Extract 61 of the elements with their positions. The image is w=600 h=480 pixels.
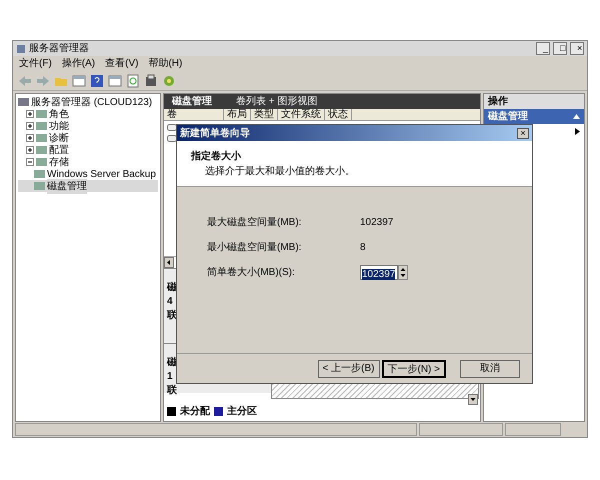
menu-item[interactable]: 操作(A) — [62, 56, 96, 71]
disk-label: 磁 — [167, 283, 177, 293]
server-icon — [16, 44, 26, 54]
actions-header: 操作 — [484, 94, 584, 109]
disk-label: 磁 — [167, 358, 177, 368]
back-button[interactable]: < 上一步(B) — [318, 360, 380, 378]
pane-icon[interactable] — [72, 74, 86, 88]
legend-label: 主分区 — [227, 404, 257, 419]
expand-icon[interactable] — [26, 122, 34, 130]
column-header[interactable]: 类型 — [251, 109, 278, 120]
dialog-title: 新建简单卷向导 — [180, 126, 250, 140]
minimize-button[interactable]: _ — [536, 42, 550, 55]
disk-label: 4 — [167, 297, 173, 307]
field-value: 102397 — [360, 216, 394, 230]
scroll-down-icon[interactable] — [468, 394, 478, 405]
window-title: 服务器管理器 — [29, 42, 89, 56]
help-icon[interactable] — [90, 74, 104, 88]
disk-label: 联 — [167, 311, 177, 321]
menu-item[interactable]: 帮助(H) — [148, 56, 182, 71]
expand-icon[interactable] — [26, 110, 34, 118]
field-label: 最小磁盘空间量(MB): — [207, 240, 302, 254]
submenu-arrow-icon[interactable] — [575, 128, 580, 135]
column-header[interactable]: 布局 — [224, 109, 251, 120]
status-bar-segment — [505, 423, 561, 436]
next-button[interactable]: 下一步(N) > — [382, 360, 446, 378]
tree-item[interactable]: 服务器管理器 (CLOUD123) — [31, 94, 152, 110]
column-header[interactable]: 卷 — [164, 109, 224, 120]
menu-item[interactable]: 查看(V) — [105, 56, 138, 71]
tree-item[interactable]: 角色 — [49, 106, 69, 122]
tree-item[interactable]: 存储 — [49, 154, 69, 170]
pane-title: 磁盘管理 — [172, 94, 212, 109]
wizard-heading: 指定卷大小 — [191, 149, 241, 164]
view-label: 卷列表 + 图形视图 — [236, 94, 318, 108]
field-label: 最大磁盘空间量(MB): — [207, 216, 302, 230]
pane-icon[interactable] — [108, 74, 122, 88]
column-header[interactable]: 文件系统 — [278, 109, 325, 120]
tree-item[interactable]: Windows Server Backup — [47, 166, 156, 182]
column-header[interactable]: 状态 — [325, 109, 352, 120]
close-button[interactable]: × — [570, 42, 584, 55]
legend-label: 未分配 — [180, 404, 210, 419]
wizard-subheading: 选择介于最大和最小值的卷大小。 — [204, 164, 355, 179]
size-field[interactable]: 102397 — [360, 264, 398, 280]
field-value: 8 — [360, 240, 366, 254]
action-item[interactable]: 磁盘管理 — [484, 109, 584, 124]
expand-icon[interactable] — [26, 146, 34, 154]
disk-label: 联 — [167, 386, 177, 396]
cancel-button[interactable]: 取消 — [460, 360, 520, 378]
menu-item[interactable]: 文件(F) — [19, 56, 52, 71]
close-button[interactable]: × — [517, 128, 529, 138]
collapse-icon — [573, 114, 580, 119]
disk-label: 1 — [167, 372, 173, 382]
scroll-left-icon[interactable] — [164, 257, 174, 268]
maximize-button[interactable]: □ — [553, 42, 567, 55]
tree-item[interactable]: 配置 — [49, 142, 69, 158]
spinner-arrows-icon[interactable] — [398, 264, 408, 280]
collapse-icon[interactable] — [26, 158, 34, 166]
tree-item[interactable]: 诊断 — [49, 130, 69, 146]
field-label: 简单卷大小(MB)(S): — [207, 266, 296, 280]
tree-item[interactable]: 磁盘管理 — [47, 178, 87, 194]
tree-item[interactable]: 功能 — [49, 118, 69, 134]
expand-icon[interactable] — [26, 134, 34, 142]
